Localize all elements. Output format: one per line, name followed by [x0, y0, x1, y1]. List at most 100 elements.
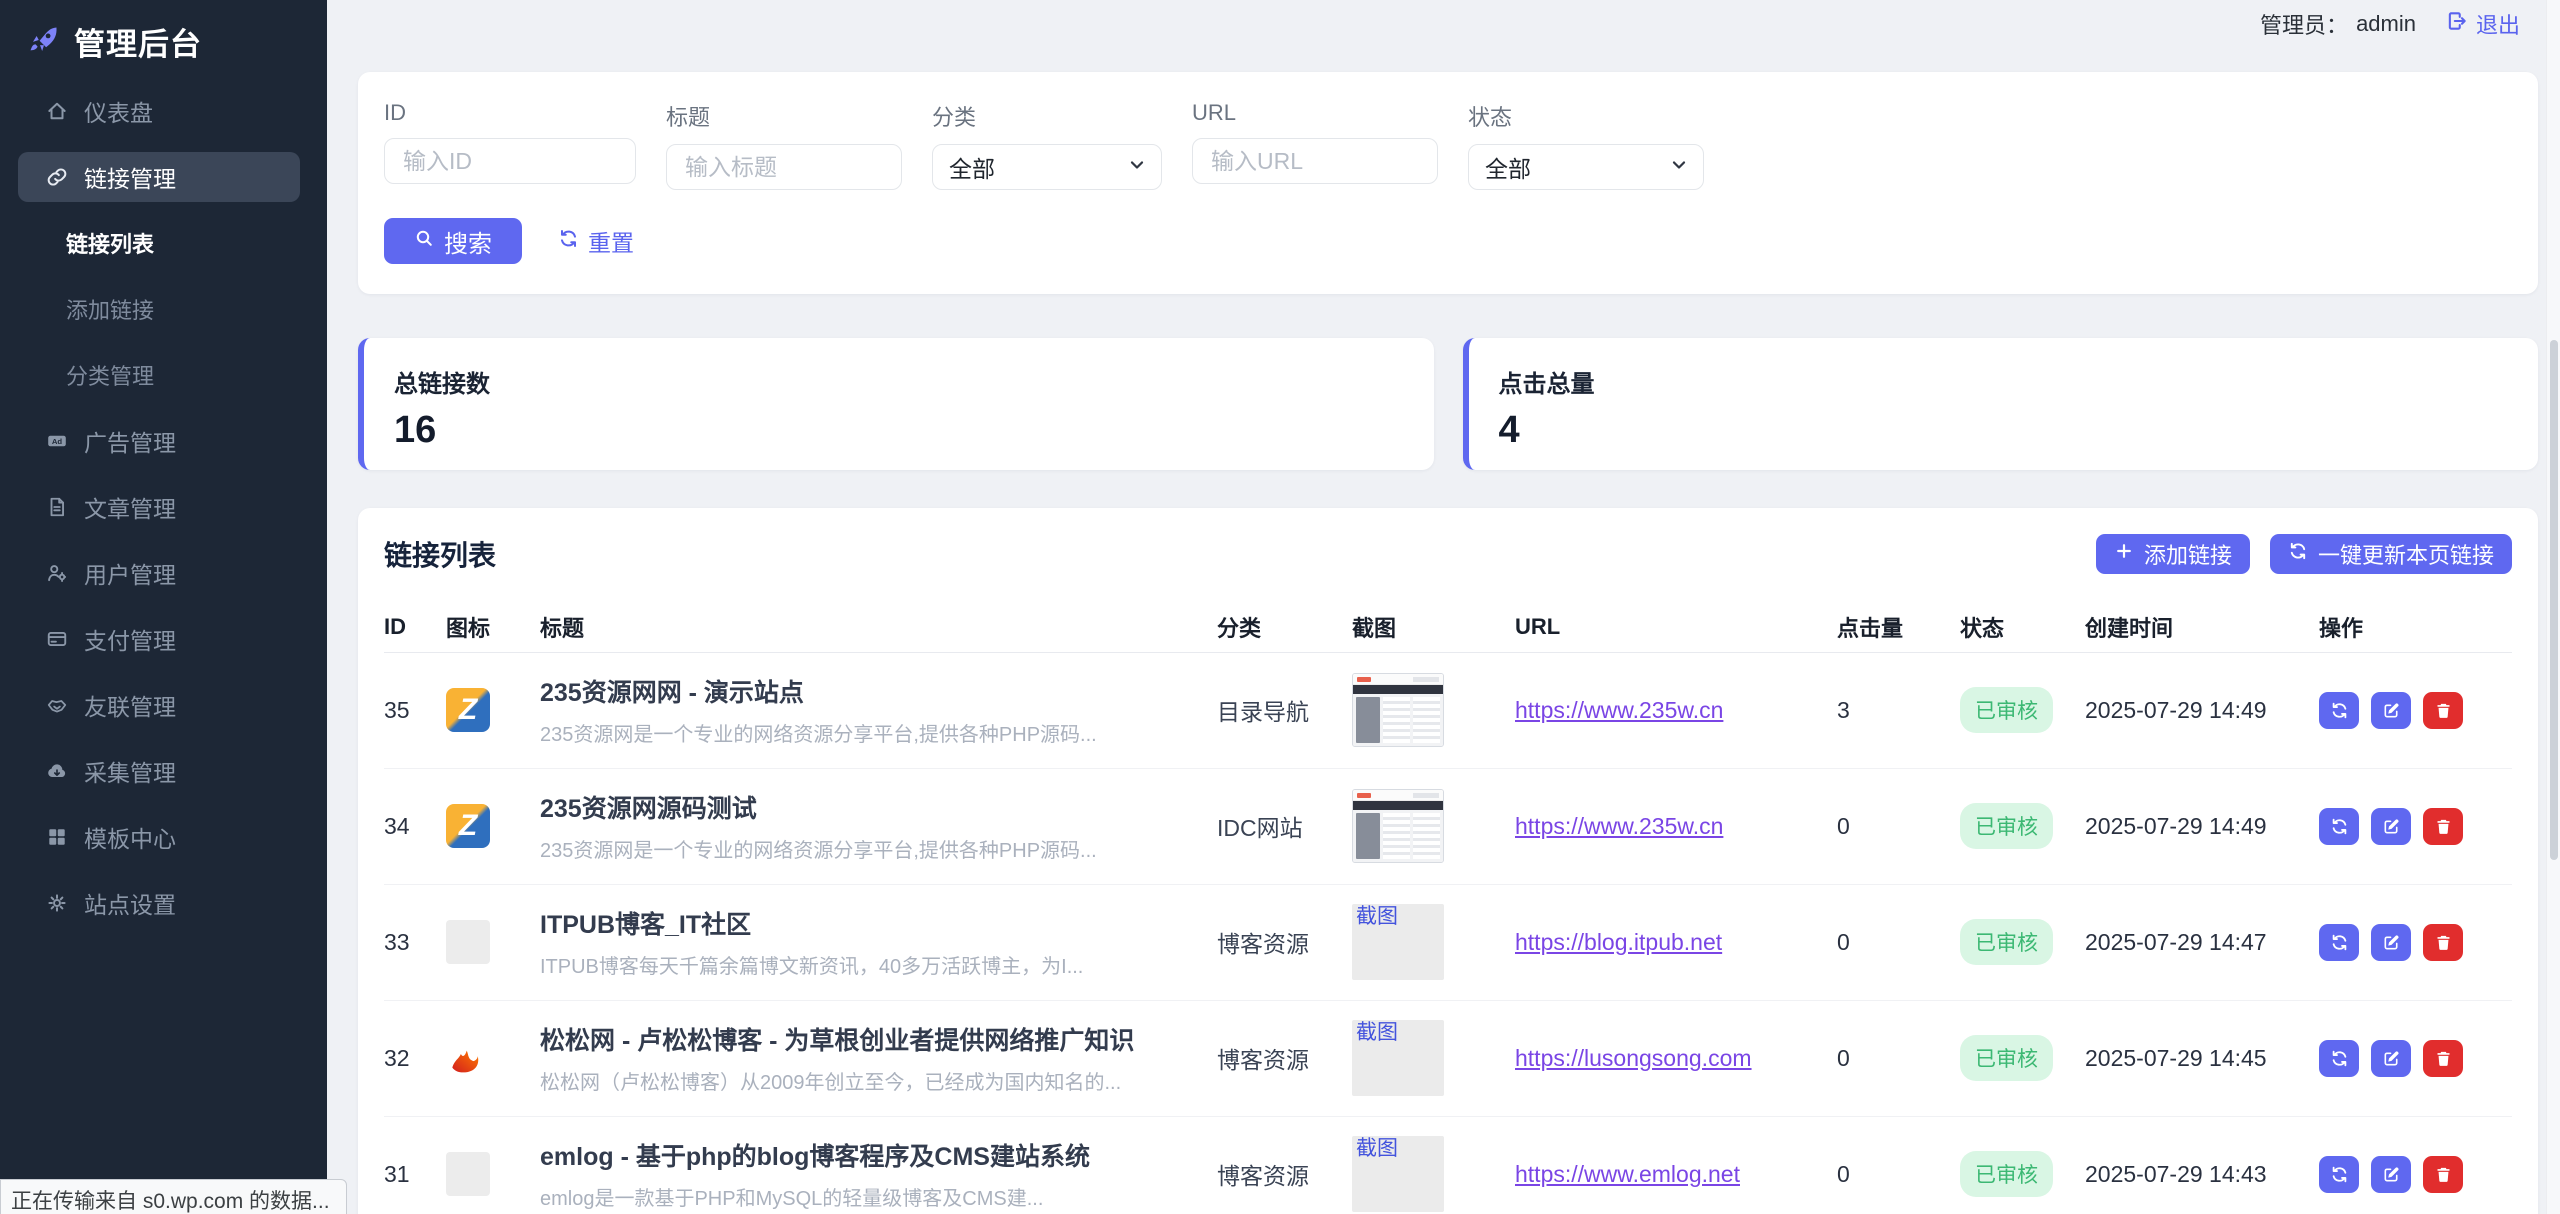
- filter-title-input[interactable]: [666, 144, 902, 190]
- app-title: 管理后台: [74, 19, 202, 64]
- page-scrollbar[interactable]: [2546, 0, 2560, 1214]
- link-url[interactable]: https://blog.itpub.net: [1515, 929, 1722, 955]
- col-header-clicks: 点击量: [1837, 602, 1960, 652]
- delete-link-button[interactable]: [2423, 692, 2463, 729]
- sidebar-item-link-management[interactable]: 链接管理: [18, 152, 300, 202]
- link-url[interactable]: https://www.235w.cn: [1515, 697, 1723, 723]
- filter-category-value: 全部: [949, 150, 995, 184]
- sidebar-item-collection-management[interactable]: 采集管理: [18, 746, 300, 796]
- filter-status-select[interactable]: 全部: [1468, 144, 1704, 190]
- row-actions: [2319, 924, 2512, 961]
- link-title: 松松网 - 卢松松博客 - 为草根创业者提供网络推广知识: [540, 1021, 1217, 1057]
- edit-link-button[interactable]: [2371, 692, 2411, 729]
- col-header-created: 创建时间: [2085, 602, 2319, 652]
- search-button[interactable]: 搜索: [384, 218, 522, 264]
- grid-icon: [46, 826, 68, 848]
- delete-link-button[interactable]: [2423, 1040, 2463, 1077]
- logout-icon: [2446, 10, 2468, 38]
- created-time: 2025-07-29 14:49: [2085, 652, 2319, 768]
- screenshot-broken-link[interactable]: 截图: [1352, 1136, 1444, 1212]
- screenshot-alt-text: 截图: [1356, 1137, 1398, 1160]
- admin-label: 管理员：: [2260, 8, 2348, 40]
- add-link-button[interactable]: 添加链接: [2096, 534, 2250, 574]
- svg-text:Ad: Ad: [52, 437, 63, 446]
- filter-status-field: 状态 全部: [1468, 100, 1704, 190]
- filter-status-value: 全部: [1485, 150, 1531, 184]
- edit-link-button[interactable]: [2371, 808, 2411, 845]
- filter-url-input[interactable]: [1192, 138, 1438, 184]
- sidebar-item-label: 仪表盘: [84, 94, 153, 128]
- link-category: 博客资源: [1217, 884, 1352, 1000]
- sidebar-item-article-management[interactable]: 文章管理: [18, 482, 300, 532]
- click-count: 0: [1837, 884, 1960, 1000]
- logout-link[interactable]: 退出: [2446, 8, 2520, 40]
- link-url[interactable]: https://www.235w.cn: [1515, 813, 1723, 839]
- click-count: 0: [1837, 768, 1960, 884]
- created-time: 2025-07-29 14:45: [2085, 1000, 2319, 1116]
- sidebar-item-label: 站点设置: [84, 886, 176, 920]
- thumb-navbar: [1353, 801, 1443, 810]
- filter-category-select[interactable]: 全部: [932, 144, 1162, 190]
- screenshot-thumbnail[interactable]: [1352, 789, 1444, 863]
- filter-id-input[interactable]: [384, 138, 636, 184]
- update-page-links-label: 一键更新本页链接: [2318, 538, 2494, 570]
- edit-link-button[interactable]: [2371, 924, 2411, 961]
- filter-category-field: 分类 全部: [932, 100, 1162, 190]
- refresh-link-button[interactable]: [2319, 1040, 2359, 1077]
- screenshot-thumbnail[interactable]: [1352, 673, 1444, 747]
- delete-link-button[interactable]: [2423, 924, 2463, 961]
- edit-link-button[interactable]: [2371, 1040, 2411, 1077]
- sidebar: 管理后台 仪表盘 链接管理 链接列表 添加链接 分类管理 Ad 广告管理 文章管…: [0, 0, 327, 1214]
- created-time: 2025-07-29 14:47: [2085, 884, 2319, 1000]
- screenshot-broken-link[interactable]: 截图: [1352, 1020, 1444, 1096]
- reset-button-label: 重置: [588, 224, 634, 258]
- refresh-link-button[interactable]: [2319, 692, 2359, 729]
- link-category: 博客资源: [1217, 1116, 1352, 1214]
- status-badge: 已审核: [1960, 1151, 2053, 1197]
- search-icon: [414, 227, 434, 255]
- sidebar-item-ad-management[interactable]: Ad 广告管理: [18, 416, 300, 466]
- sidebar-item-template-center[interactable]: 模板中心: [18, 812, 300, 862]
- sidebar-item-site-settings[interactable]: 站点设置: [18, 878, 300, 928]
- app-window: 管理后台 仪表盘 链接管理 链接列表 添加链接 分类管理 Ad 广告管理 文章管…: [0, 0, 2560, 1214]
- admin-name: admin: [2356, 11, 2416, 37]
- list-title: 链接列表: [384, 534, 496, 574]
- link-url[interactable]: https://lusongsong.com: [1515, 1045, 1752, 1071]
- sidebar-item-payment-management[interactable]: 支付管理: [18, 614, 300, 664]
- users-icon: [46, 562, 68, 584]
- refresh-link-button[interactable]: [2319, 1156, 2359, 1193]
- site-favicon-lusongsong: [446, 1037, 540, 1079]
- update-page-links-button[interactable]: 一键更新本页链接: [2270, 534, 2512, 574]
- table-row: 35 Z 235资源网网 - 演示站点 235资源网是一个专业的网络资源分享平台…: [384, 652, 2512, 768]
- site-favicon-placeholder: [446, 1152, 490, 1196]
- scrollbar-thumb[interactable]: [2550, 340, 2558, 860]
- filter-id-label: ID: [384, 100, 636, 126]
- thumb-browser-bar: [1353, 674, 1443, 685]
- refresh-link-button[interactable]: [2319, 924, 2359, 961]
- home-icon: [46, 100, 68, 122]
- link-description: emlog是一款基于PHP和MySQL的轻量级博客及CMS建...: [540, 1182, 1217, 1211]
- status-badge: 已审核: [1960, 1035, 2053, 1081]
- sidebar-item-user-management[interactable]: 用户管理: [18, 548, 300, 598]
- sidebar-item-friendlink-management[interactable]: 友联管理: [18, 680, 300, 730]
- table-header-row: ID 图标 标题 分类 截图 URL 点击量 状态 创建时间 操作: [384, 602, 2512, 652]
- link-category: 目录导航: [1217, 652, 1352, 768]
- refresh-link-button[interactable]: [2319, 808, 2359, 845]
- reset-button[interactable]: 重置: [558, 224, 634, 258]
- delete-link-button[interactable]: [2423, 808, 2463, 845]
- sidebar-item-dashboard[interactable]: 仪表盘: [18, 86, 300, 136]
- logout-label: 退出: [2476, 8, 2520, 40]
- col-header-status: 状态: [1960, 602, 2085, 652]
- link-url[interactable]: https://www.emlog.net: [1515, 1161, 1740, 1187]
- delete-link-button[interactable]: [2423, 1156, 2463, 1193]
- screenshot-alt-text: 截图: [1356, 1021, 1398, 1044]
- screenshot-broken-link[interactable]: 截图: [1352, 904, 1444, 980]
- col-header-category: 分类: [1217, 602, 1352, 652]
- row-id: 31: [384, 1116, 446, 1214]
- sidebar-subitem-add-link[interactable]: 添加链接: [0, 284, 327, 334]
- stat-value: 4: [1499, 409, 2509, 452]
- link-title: emlog - 基于php的blog博客程序及CMS建站系统: [540, 1137, 1217, 1173]
- edit-link-button[interactable]: [2371, 1156, 2411, 1193]
- sidebar-subitem-category-management[interactable]: 分类管理: [0, 350, 327, 400]
- sidebar-subitem-link-list[interactable]: 链接列表: [0, 218, 327, 268]
